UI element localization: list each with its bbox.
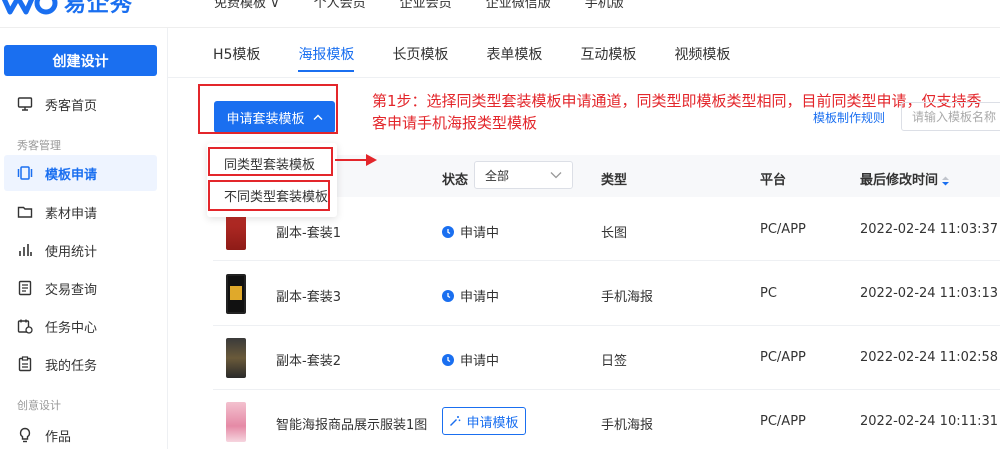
sidebar-item-label: 交易查询 (45, 282, 98, 298)
status-text: 申请中 (460, 354, 500, 369)
bar-chart-icon (19, 244, 32, 256)
clock-icon (442, 225, 454, 238)
sidebar-group-label: 秀客管理 (17, 139, 61, 152)
sidebar-item-my-tasks[interactable]: 我的任务 (4, 346, 157, 382)
topnav-personal-member[interactable]: 个人会员 (314, 0, 366, 11)
sort-icon[interactable] (941, 176, 950, 186)
status-filter-select[interactable]: 全部 (474, 161, 573, 189)
status-badge: 申请中 (442, 222, 499, 241)
template-modified-time: 2022-02-24 11:02:58 (860, 350, 999, 365)
sidebar-item-template-apply[interactable]: 模板申请 (4, 155, 157, 191)
sidebar-item-label: 任务中心 (45, 320, 98, 336)
clipboard-icon (18, 356, 32, 372)
tab-form[interactable]: 表单模板 (486, 44, 542, 64)
tab-h5[interactable]: H5模板 (213, 44, 260, 64)
monitor-icon (17, 97, 33, 111)
status-text: 申请中 (460, 226, 500, 241)
top-nav: 免费模板 ∨ 个人会员 企业会员 企业微信版 手机版 (214, 0, 624, 11)
sidebar-group-label: 创意设计 (17, 399, 61, 412)
tab-poster[interactable]: 海报模板 (298, 44, 355, 72)
sidebar-item-transaction-query[interactable]: 交易查询 (4, 270, 157, 306)
template-name[interactable]: 副本-套装3 (276, 286, 341, 305)
sidebar-item-material-apply[interactable]: 素材申请 (4, 194, 157, 230)
template-name[interactable]: 副本-套装2 (276, 350, 341, 369)
bulb-icon (19, 427, 31, 443)
header-last-modified-label: 最后修改时间 (860, 173, 939, 188)
template-platform: PC/APP (760, 414, 806, 429)
status-badge: 申请中 (442, 350, 499, 369)
template-thumbnail[interactable] (226, 338, 246, 378)
template-type: 长图 (601, 226, 628, 241)
magic-wand-icon (450, 416, 461, 426)
template-type: 手机海报 (601, 290, 654, 305)
sidebar-item-home[interactable]: 秀客首页 (4, 86, 157, 122)
tab-long-page[interactable]: 长页模板 (392, 44, 448, 64)
logo-icon (1, 0, 58, 15)
header-last-modified[interactable]: 最后修改时间 (860, 169, 950, 188)
sidebar-item-label: 秀客首页 (45, 98, 98, 114)
header-type: 类型 (601, 173, 628, 188)
template-platform: PC/APP (760, 222, 806, 237)
template-modified-time: 2022-02-24 11:03:37 (860, 222, 999, 237)
highlight-box (198, 84, 338, 134)
template-type-tabs: H5模板 海报模板 长页模板 表单模板 互动模板 视频模板 (213, 44, 768, 72)
tabs-divider (168, 77, 1000, 78)
template-rules-link[interactable]: 模板制作规则 (813, 109, 885, 126)
highlight-box (208, 147, 333, 176)
template-search-input[interactable]: 请输入模板名称 (901, 102, 1000, 131)
sidebar-item-task-center[interactable]: 任务中心 (4, 308, 157, 344)
header-status: 状态 (442, 173, 469, 188)
template-type: 日签 (601, 354, 628, 369)
sidebar-item-usage-stats[interactable]: 使用统计 (4, 232, 157, 268)
template-platform: PC (760, 286, 777, 301)
brand-name: 易企秀 (64, 0, 134, 17)
sidebar-item-label: 我的任务 (45, 358, 98, 374)
clock-icon (442, 353, 454, 366)
calendar-icon (17, 319, 33, 334)
status-badge: 申请中 (442, 286, 499, 305)
template-name[interactable]: 智能海报商品展示服装1图 (276, 414, 427, 433)
template-type: 手机海报 (601, 418, 654, 433)
apply-template-button[interactable]: 申请模板 (442, 407, 526, 435)
topnav-free-templates[interactable]: 免费模板 ∨ (214, 0, 280, 11)
tab-video[interactable]: 视频模板 (674, 44, 730, 64)
brand-logo[interactable]: 易企秀 (0, 0, 134, 17)
status-filter-value: 全部 (485, 168, 510, 183)
sidebar-item-label: 作品 (45, 429, 72, 445)
chevron-down-icon (550, 172, 562, 179)
sidebar-item-label: 使用统计 (45, 244, 98, 260)
clock-icon (442, 289, 454, 302)
sidebar: 创建设计 秀客首页 秀客管理 模板申请 素材申请 使用统计 交易查询 任务中心 … (0, 28, 168, 449)
template-icon (17, 166, 33, 180)
template-name[interactable]: 副本-套装1 (276, 222, 341, 241)
sidebar-item-works[interactable]: 作品 (4, 417, 157, 453)
create-design-button[interactable]: 创建设计 (4, 45, 157, 76)
thumbnail-art (230, 286, 242, 300)
template-platform: PC/APP (760, 350, 806, 365)
topnav-wework-edition[interactable]: 企业微信版 (486, 0, 551, 11)
template-modified-time: 2022-02-24 10:11:31 (860, 414, 999, 429)
template-modified-time: 2022-02-24 11:03:13 (860, 286, 999, 301)
sidebar-item-label: 素材申请 (45, 206, 98, 222)
step-annotation: 第1步：选择同类型套装模板申请通道，同类型即模板类型相同，目前同类型申请，仅支持… (372, 92, 982, 132)
tab-interactive[interactable]: 互动模板 (580, 44, 636, 64)
apply-template-label: 申请模板 (466, 415, 519, 431)
topnav-mobile[interactable]: 手机版 (585, 0, 624, 11)
template-thumbnail[interactable] (226, 274, 246, 314)
top-bar: 易企秀 免费模板 ∨ 个人会员 企业会员 企业微信版 手机版 (0, 0, 1000, 28)
highlight-box (208, 180, 330, 211)
topnav-enterprise-member[interactable]: 企业会员 (400, 0, 452, 11)
folder-icon (17, 206, 33, 218)
arrow-right-icon (335, 154, 377, 166)
document-icon (18, 280, 32, 296)
template-thumbnail[interactable] (226, 402, 246, 442)
sidebar-item-label: 模板申请 (45, 167, 98, 183)
header-platform: 平台 (760, 173, 787, 188)
status-text: 申请中 (460, 290, 500, 305)
